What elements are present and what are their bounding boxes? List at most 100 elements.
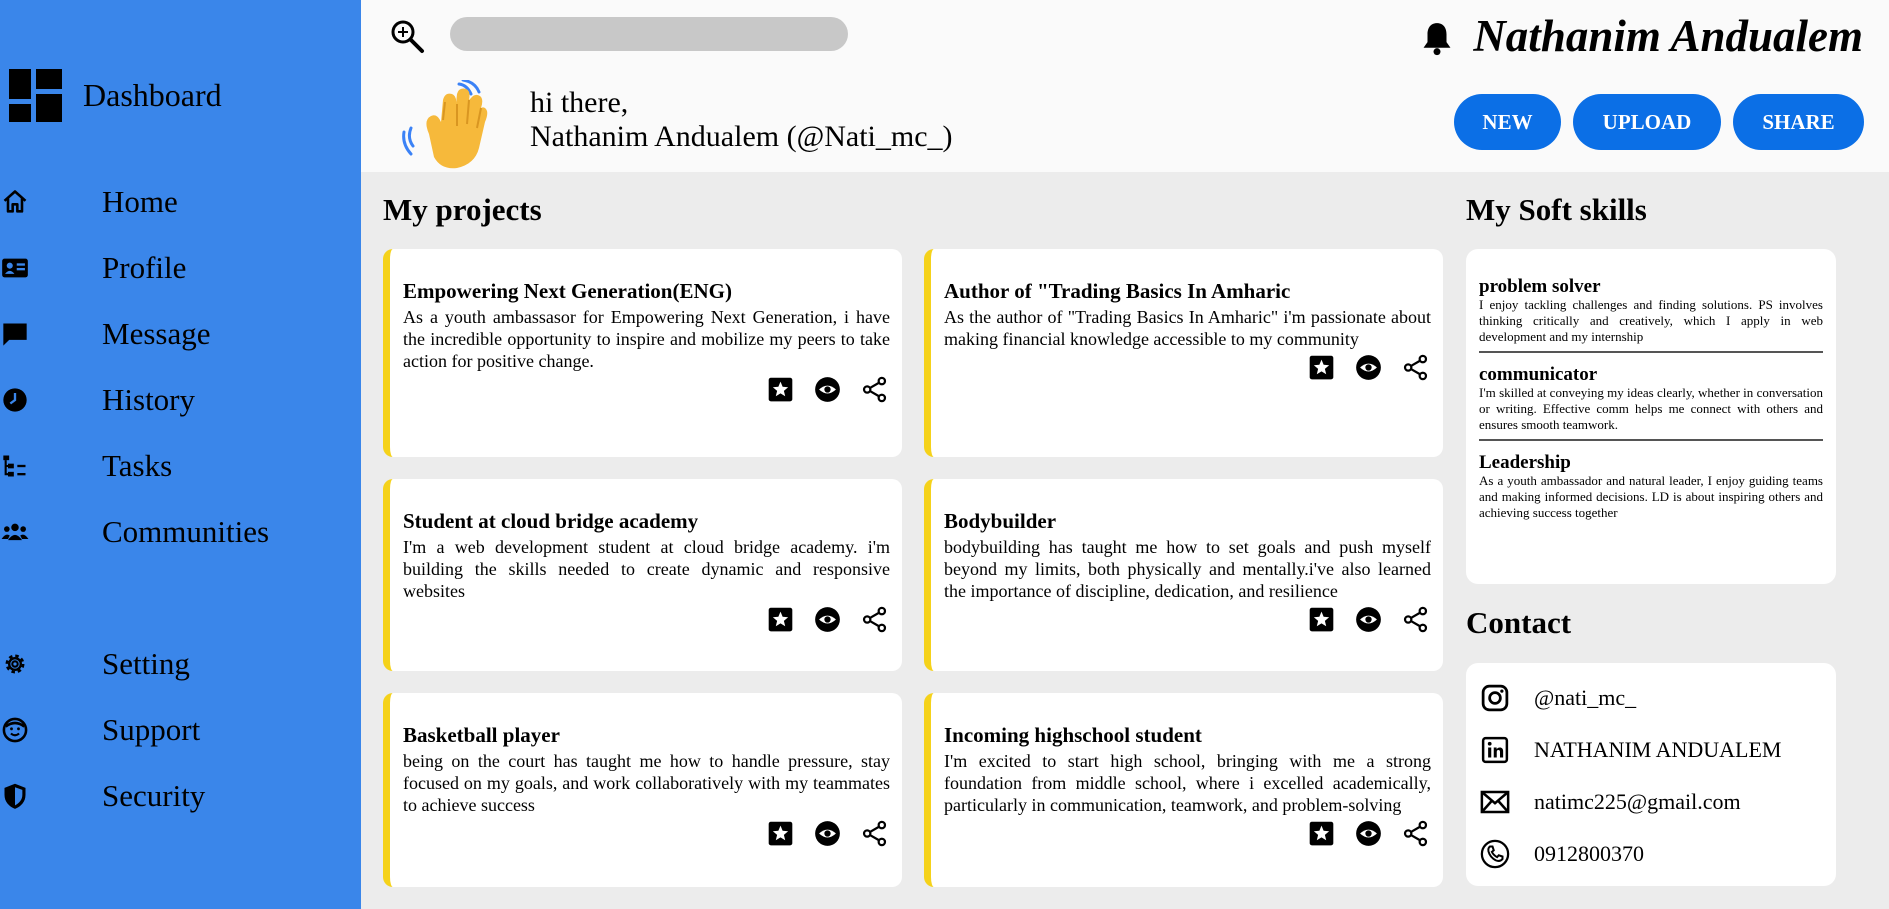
sidebar-item-label: Setting [102,646,190,681]
sidebar-item-label: Communities [102,514,270,549]
project-text: I'm excited to start high school, bringi… [944,751,1431,815]
tasks-icon [0,451,30,481]
user-name: Nathanim Andualem [1473,11,1863,61]
projects-title: My projects [383,192,542,227]
project-card[interactable]: Empowering Next Generation(ENG) As a yout… [383,249,902,457]
sidebar-item-setting[interactable]: Setting [0,641,361,687]
contact-phone-text: 0912800370 [1534,841,1644,866]
project-card[interactable]: Basketball player being on the court has … [383,693,902,887]
project-card[interactable]: Incoming highschool student I'm excited t… [924,693,1443,887]
view-eye-icon[interactable] [1355,606,1382,633]
view-eye-icon[interactable] [814,820,841,847]
skill-item: Leadership As a youth ambassador and nat… [1479,453,1823,527]
instagram-icon [1481,684,1509,712]
phone-icon [1480,839,1510,869]
share-icon[interactable] [861,376,888,403]
contact-linkedin-text: NATHANIM ANDUALEM [1534,737,1782,762]
search-input[interactable] [450,17,848,51]
project-text: As the author of "Trading Basics In Amha… [944,307,1431,349]
skill-item: problem solver I enjoy tackling challeng… [1479,277,1823,353]
share-icon[interactable] [1402,606,1429,633]
upload-button[interactable]: UPLOAD [1573,94,1721,150]
bookmark-star-icon[interactable] [767,376,794,403]
sidebar-item-home[interactable]: Home [0,179,361,225]
sidebar-item-security[interactable]: Security [0,773,361,819]
sidebar-item-label: History [102,382,195,417]
bookmark-star-icon[interactable] [1308,354,1335,381]
project-actions [944,354,1431,381]
waving-hand-icon [402,80,488,169]
view-eye-icon[interactable] [1355,354,1382,381]
brand-label: Dashboard [83,77,222,113]
linkedin-icon [1481,736,1509,764]
support-icon [0,715,30,745]
skill-title: Leadership [1479,452,1571,473]
bookmark-star-icon[interactable] [767,606,794,633]
skill-title: communicator [1479,364,1598,385]
project-title: Student at cloud bridge academy [403,509,699,533]
sidebar-item-history[interactable]: History [0,377,361,423]
sidebar-item-label: Home [102,184,178,219]
header: Nathanim Andualem hi there, Nathanim And… [361,0,1889,172]
project-actions [403,606,890,633]
brand[interactable]: Dashboard [9,69,222,122]
message-icon [0,319,30,349]
contact-email[interactable]: natimc225@gmail.com [1466,776,1836,828]
dashboard-icon [9,69,62,122]
sidebar-item-profile[interactable]: Profile [0,245,361,291]
project-title: Basketball player [403,723,560,747]
search-icon[interactable] [389,18,425,54]
project-title: Empowering Next Generation(ENG) [403,279,732,303]
project-actions [944,606,1431,633]
contact-email-text: natimc225@gmail.com [1534,789,1741,814]
sidebar-item-label: Support [102,712,201,747]
contact-instagram[interactable]: @nati_mc_ [1466,672,1836,724]
skill-item: communicator I'm skilled at conveying my… [1479,365,1823,441]
greeting-line-1: hi there, [530,86,629,119]
contact-panel: @nati_mc_ NATHANIM ANDUALEM natimc225@gm… [1466,663,1836,886]
share-icon[interactable] [861,820,888,847]
view-eye-icon[interactable] [814,376,841,403]
new-button[interactable]: NEW [1454,94,1561,150]
people-icon [0,517,30,547]
share-icon[interactable] [1402,354,1429,381]
view-eye-icon[interactable] [814,606,841,633]
contact-phone[interactable]: 0912800370 [1466,828,1836,880]
skill-text: I'm skilled at conveying my ideas clearl… [1479,385,1823,432]
bookmark-star-icon[interactable] [1308,606,1335,633]
sidebar: Dashboard Home Profile Message History T… [0,0,361,909]
bookmark-star-icon[interactable] [767,820,794,847]
share-icon[interactable] [861,606,888,633]
project-card[interactable]: Student at cloud bridge academy I'm a web… [383,479,902,671]
project-text: bodybuilding has taught me how to set go… [944,537,1431,601]
sidebar-item-tasks[interactable]: Tasks [0,443,361,489]
sidebar-item-communities[interactable]: Communities [0,509,361,555]
contact-linkedin[interactable]: NATHANIM ANDUALEM [1466,724,1836,776]
contact-title: Contact [1466,605,1572,640]
sidebar-item-message[interactable]: Message [0,311,361,357]
sidebar-item-support[interactable]: Support [0,707,361,753]
email-icon [1480,790,1510,814]
shield-icon [0,781,30,811]
project-title: Bodybuilder [944,509,1057,533]
project-text: being on the court has taught me how to … [403,751,890,815]
sidebar-item-label: Tasks [102,448,173,483]
contact-instagram-text: @nati_mc_ [1534,685,1637,710]
project-title: Incoming highschool student [944,723,1202,747]
project-text: As a youth ambassasor for Empowering Nex… [403,307,890,371]
share-button[interactable]: SHARE [1733,94,1864,150]
sidebar-item-label: Security [102,778,206,813]
project-card[interactable]: Bodybuilder bodybuilding has taught me ho… [924,479,1443,671]
bell-icon[interactable] [1418,20,1456,58]
share-icon[interactable] [1402,820,1429,847]
project-card[interactable]: Author of "Trading Basics In Amharic As t… [924,249,1443,457]
project-text: I'm a web development student at cloud b… [403,537,890,601]
home-icon [0,187,30,217]
project-title: Author of "Trading Basics In Amharic [944,279,1291,303]
bookmark-star-icon[interactable] [1308,820,1335,847]
project-actions [944,820,1431,847]
skills-title: My Soft skills [1466,192,1647,227]
view-eye-icon[interactable] [1355,820,1382,847]
project-actions [403,820,890,847]
sidebar-item-label: Message [102,316,211,351]
